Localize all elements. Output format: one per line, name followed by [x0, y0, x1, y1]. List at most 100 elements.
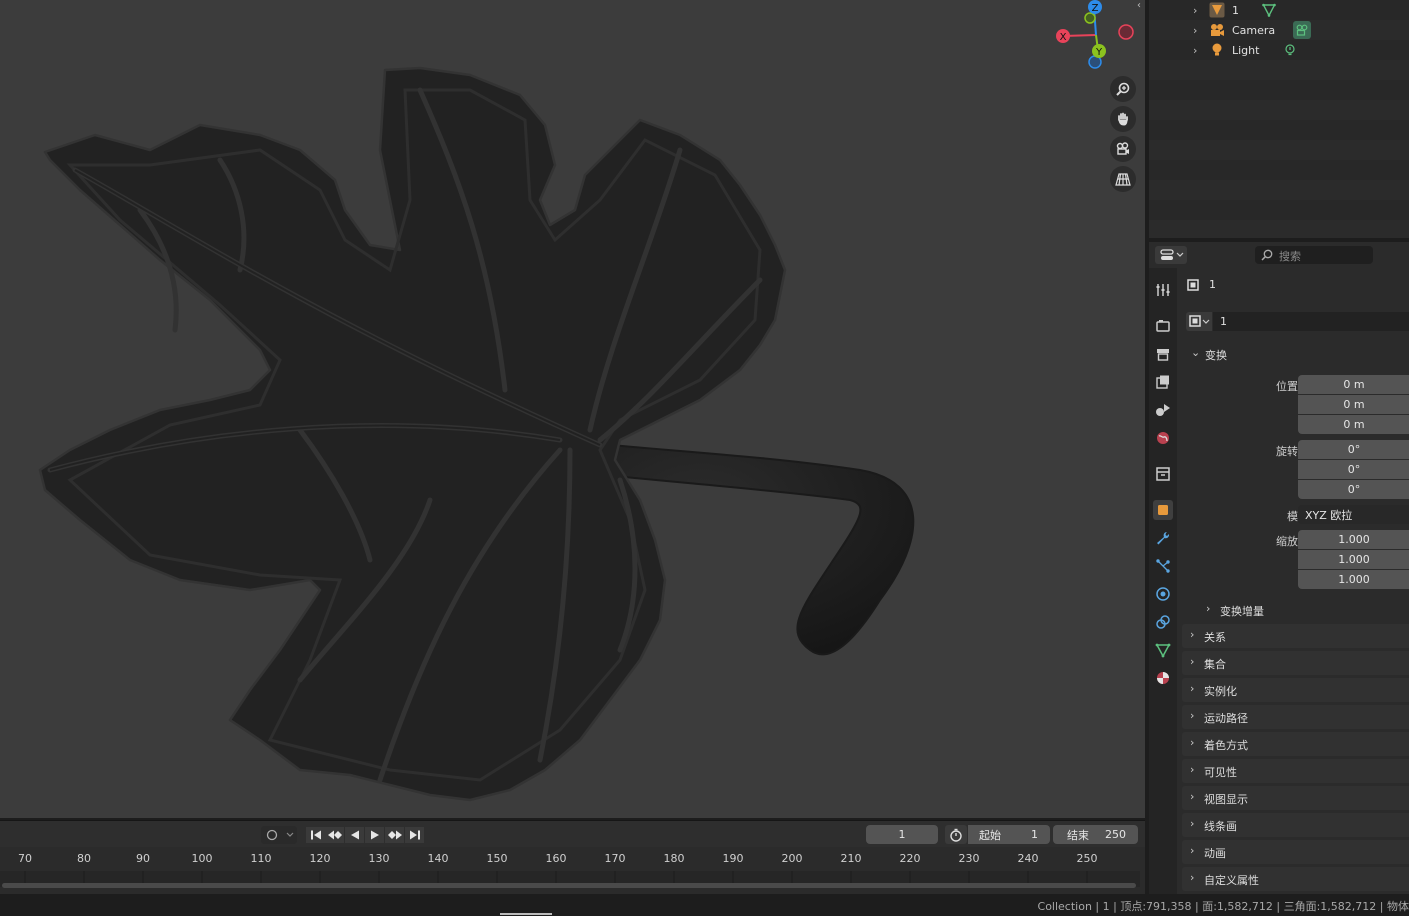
outliner-item-1[interactable]: › 1 — [1149, 0, 1409, 20]
tab-constraints[interactable] — [1153, 612, 1173, 632]
navigation-gizmo[interactable]: X Z Y — [1052, 0, 1144, 72]
scale-x-field[interactable]: 1.000 — [1298, 530, 1409, 549]
properties-search-input[interactable]: 搜索 — [1255, 246, 1373, 264]
play-reverse-button[interactable] — [345, 827, 364, 843]
frame-tick-label: 230 — [958, 852, 980, 865]
tab-render[interactable] — [1153, 316, 1173, 336]
panel-title: 自定义属性 — [1204, 874, 1259, 887]
panel-collections[interactable]: › 集合 — [1182, 651, 1409, 675]
frame-tick-label: 100 — [191, 852, 213, 865]
camera-object-icon — [1209, 22, 1225, 38]
outliner-item-light[interactable]: › Light — [1149, 40, 1409, 60]
rotation-y-field[interactable]: 0° — [1298, 460, 1409, 479]
end-frame-field[interactable]: 结束 250 — [1053, 825, 1138, 844]
light-object-icon — [1209, 42, 1225, 58]
location-z-value: 0 m — [1343, 418, 1365, 431]
object-properties: 1 1 ⌄ 变换 位置 X 0 m Y 0 m Z 0 m — [1182, 268, 1409, 894]
3d-viewport[interactable]: X Z Y ‹ — [0, 0, 1145, 818]
mesh-object-icon — [1209, 2, 1225, 18]
tab-view-layer[interactable] — [1153, 372, 1173, 392]
datablock-browse-button[interactable] — [1186, 312, 1212, 331]
panel-relations[interactable]: › 关系 — [1182, 624, 1409, 648]
panel-shading[interactable]: › 着色方式 — [1182, 732, 1409, 756]
object-name-field[interactable]: 1 — [1213, 312, 1409, 331]
tab-physics[interactable] — [1153, 584, 1173, 604]
timeline-header: 1 起始 1 结束 250 — [0, 821, 1145, 847]
expand-arrow-icon[interactable]: › — [1193, 24, 1197, 37]
panel-motion-paths[interactable]: › 运动路径 — [1182, 705, 1409, 729]
location-x-field[interactable]: 0 m — [1298, 375, 1409, 394]
panel-viewport-display[interactable]: › 视图显示 — [1182, 786, 1409, 810]
sidebar-toggle-icon[interactable]: ‹ — [1137, 0, 1141, 11]
panel-title: 关系 — [1204, 631, 1226, 644]
timeline-editor[interactable]: 1 起始 1 结束 250 70 80 90 100 110 120 130 140 150 16… — [0, 820, 1145, 894]
tab-object-data[interactable] — [1153, 640, 1173, 660]
tab-object[interactable] — [1153, 500, 1173, 520]
camera-data-icon[interactable] — [1293, 21, 1311, 39]
play-button[interactable] — [365, 827, 384, 843]
preview-range-button[interactable] — [945, 825, 967, 844]
svg-text:Z: Z — [1092, 3, 1099, 14]
outliner-item-name: Light — [1232, 43, 1260, 57]
properties-editor[interactable]: 搜索 1 1 ⌄ 变换 位置 X 0 m 0 m 0 m 旋转 X 0° 0° … — [1149, 242, 1409, 894]
outliner[interactable]: › 1 › Camera › Light — [1149, 0, 1409, 238]
location-y-field[interactable]: 0 m — [1298, 395, 1409, 414]
tab-output[interactable] — [1153, 344, 1173, 364]
outliner-empty-row — [1149, 100, 1409, 120]
tab-particles[interactable] — [1153, 556, 1173, 576]
rotation-x-field[interactable]: 0° — [1298, 440, 1409, 459]
location-z-field[interactable]: 0 m — [1298, 415, 1409, 434]
tab-tool[interactable] — [1153, 280, 1173, 300]
rotation-mode-select[interactable]: XYZ 欧拉 — [1298, 505, 1409, 524]
outliner-item-camera[interactable]: › Camera — [1149, 20, 1409, 40]
panel-instancing[interactable]: › 实例化 — [1182, 678, 1409, 702]
tab-modifiers[interactable] — [1153, 528, 1173, 548]
frame-tick-label: 70 — [18, 852, 32, 865]
wrench-icon — [1157, 532, 1170, 545]
zoom-button[interactable] — [1110, 76, 1136, 102]
frame-tick-label: 210 — [840, 852, 862, 865]
pan-button[interactable] — [1110, 106, 1136, 132]
expand-arrow-icon[interactable]: › — [1193, 4, 1197, 17]
hand-icon — [1118, 112, 1128, 126]
jump-to-end-button[interactable] — [405, 827, 424, 843]
light-data-icon[interactable] — [1281, 41, 1299, 59]
mesh-data-icon[interactable] — [1260, 1, 1278, 19]
start-frame-field[interactable]: 起始 1 — [968, 825, 1050, 844]
frame-tick-label: 120 — [309, 852, 331, 865]
scale-y-field[interactable]: 1.000 — [1298, 550, 1409, 569]
tab-collection[interactable] — [1153, 464, 1173, 484]
panel-visibility[interactable]: › 可见性 — [1182, 759, 1409, 783]
scale-z-field[interactable]: 1.000 — [1298, 570, 1409, 589]
timeline-scrollbar[interactable] — [2, 883, 1136, 888]
search-icon — [1261, 249, 1273, 261]
current-frame-field[interactable]: 1 — [866, 825, 938, 844]
panel-title: 视图显示 — [1204, 793, 1248, 806]
camera-view-button[interactable] — [1110, 136, 1136, 162]
tab-material[interactable] — [1153, 668, 1173, 688]
jump-to-keyframe-next-button[interactable] — [385, 827, 404, 843]
delta-transform-subpanel[interactable]: › 变换增量 — [1182, 600, 1409, 620]
chevron-right-icon: › — [1190, 628, 1195, 641]
rotation-y-row: Y 0° — [1182, 460, 1409, 480]
expand-arrow-icon[interactable]: › — [1193, 44, 1197, 57]
auto-keying-button[interactable] — [261, 826, 297, 844]
keyframe-prev-icon — [327, 830, 342, 840]
scene-icon — [1156, 404, 1170, 416]
chevron-right-icon: › — [1190, 655, 1195, 668]
outliner-empty-row — [1149, 220, 1409, 238]
jump-to-start-button[interactable] — [306, 827, 325, 843]
rotation-z-field[interactable]: 0° — [1298, 480, 1409, 499]
jump-to-keyframe-prev-button[interactable] — [325, 827, 344, 843]
location-y-row: Y 0 m — [1182, 395, 1409, 415]
editor-type-button[interactable] — [1155, 246, 1187, 264]
panel-title: 运动路径 — [1204, 712, 1248, 725]
tab-scene[interactable] — [1153, 400, 1173, 420]
location-z-row: Z 0 m — [1182, 415, 1409, 435]
panel-line-art[interactable]: › 线条画 — [1182, 813, 1409, 837]
panel-custom-properties[interactable]: › 自定义属性 — [1182, 867, 1409, 891]
tab-world[interactable] — [1153, 428, 1173, 448]
panel-animation[interactable]: › 动画 — [1182, 840, 1409, 864]
perspective-toggle-button[interactable] — [1110, 166, 1136, 192]
transform-panel-header[interactable]: ⌄ 变换 — [1182, 344, 1409, 364]
